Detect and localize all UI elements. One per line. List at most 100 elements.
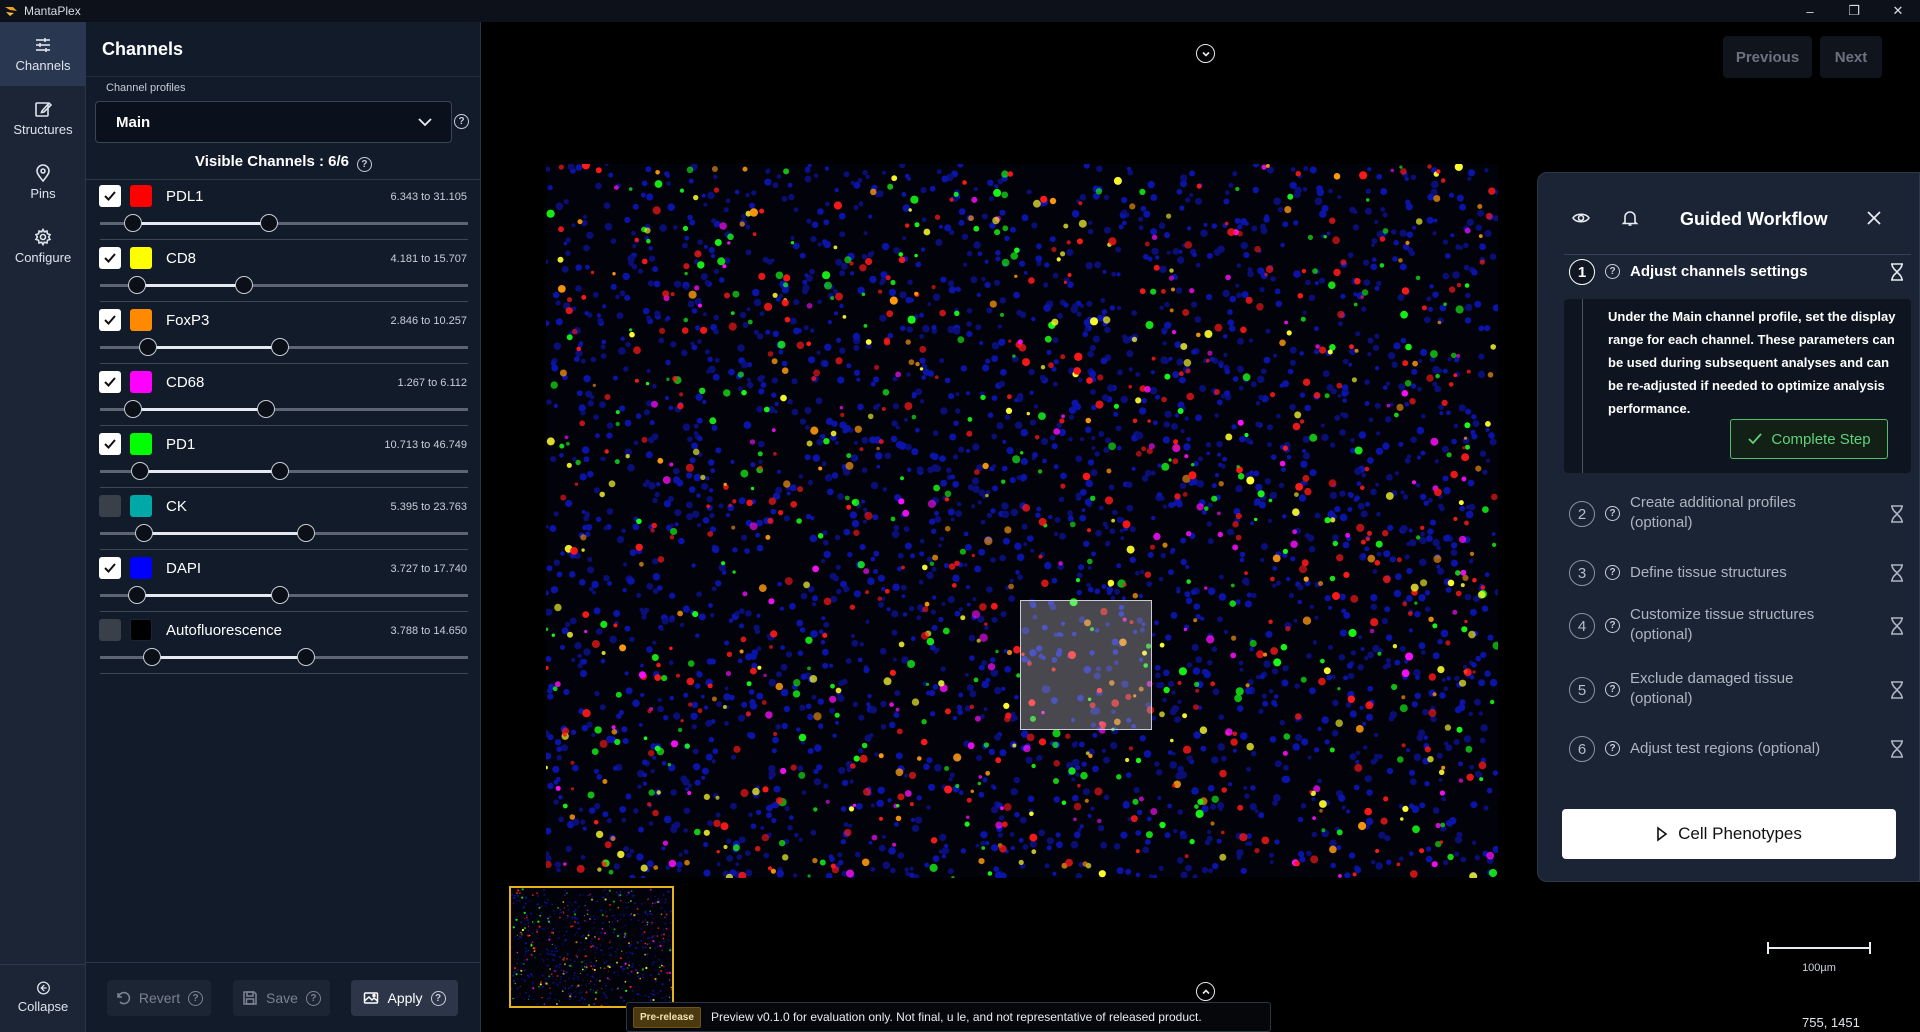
channel-range-slider[interactable] bbox=[100, 586, 468, 604]
previous-button[interactable]: Previous bbox=[1723, 36, 1812, 78]
slider-low-handle[interactable] bbox=[127, 276, 146, 294]
previous-label: Previous bbox=[1735, 48, 1800, 66]
channel-color-swatch[interactable] bbox=[130, 433, 152, 455]
step-help-icon[interactable]: ? bbox=[1605, 506, 1620, 521]
slider-high-handle[interactable] bbox=[271, 462, 290, 480]
channel-checkbox[interactable] bbox=[99, 371, 121, 393]
channel-range-slider[interactable] bbox=[100, 276, 468, 294]
step-help-icon[interactable]: ? bbox=[1605, 682, 1620, 697]
apply-help-icon[interactable]: ? bbox=[430, 990, 446, 1006]
save-button[interactable]: Save ? bbox=[233, 980, 330, 1016]
channel-color-swatch[interactable] bbox=[130, 495, 152, 517]
chevron-up-circle-icon[interactable] bbox=[1196, 982, 1215, 1001]
channel-color-swatch[interactable] bbox=[130, 247, 152, 269]
slider-low-handle[interactable] bbox=[124, 400, 143, 418]
eye-icon[interactable] bbox=[1572, 209, 1590, 227]
close-window-icon[interactable]: ✕ bbox=[1876, 0, 1920, 22]
profile-selected-value: Main bbox=[116, 113, 151, 131]
tissue-image[interactable] bbox=[546, 164, 1498, 878]
region-selection-box[interactable] bbox=[1020, 600, 1152, 730]
slider-low-handle[interactable] bbox=[138, 338, 157, 356]
scale-bar-line bbox=[1767, 942, 1871, 954]
channel-color-swatch[interactable] bbox=[130, 557, 152, 579]
slider-high-handle[interactable] bbox=[297, 524, 316, 542]
channel-range-slider[interactable] bbox=[100, 648, 468, 666]
checkmark-icon bbox=[104, 191, 116, 201]
step-label: Customize tissue structures (optional) bbox=[1630, 606, 1815, 643]
next-button[interactable]: Next bbox=[1820, 36, 1882, 78]
slider-low-handle[interactable] bbox=[124, 214, 143, 232]
slider-high-handle[interactable] bbox=[271, 338, 290, 356]
workflow-step-4[interactable]: 4 ? Customize tissue structures (optiona… bbox=[1564, 605, 1911, 649]
close-icon[interactable] bbox=[1865, 209, 1883, 227]
checkmark-icon bbox=[104, 253, 116, 263]
workflow-step-5[interactable]: 5 ? Exclude damaged tissue (optional) bbox=[1564, 669, 1911, 713]
channel-color-swatch[interactable] bbox=[130, 309, 152, 331]
save-help-icon[interactable]: ? bbox=[305, 990, 321, 1006]
workflow-step-2[interactable]: 2 ? Create additional profiles (optional… bbox=[1564, 493, 1911, 537]
step-help-icon[interactable]: ? bbox=[1605, 565, 1620, 580]
revert-button[interactable]: Revert ? bbox=[107, 980, 211, 1016]
channel-checkbox[interactable] bbox=[99, 247, 121, 269]
workflow-step-6[interactable]: 6 ? Adjust test regions (optional) bbox=[1564, 736, 1911, 766]
rail-item-pins[interactable]: Pins bbox=[0, 150, 86, 214]
step-number: 2 bbox=[1569, 501, 1595, 527]
profiles-label: Channel profiles bbox=[106, 82, 186, 94]
channel-color-swatch[interactable] bbox=[130, 371, 152, 393]
channel-checkbox[interactable] bbox=[99, 433, 121, 455]
step-1-detail: Under the Main channel profile, set the … bbox=[1564, 299, 1911, 473]
slider-high-handle[interactable] bbox=[256, 400, 275, 418]
slider-high-handle[interactable] bbox=[297, 648, 316, 666]
channel-checkbox[interactable] bbox=[99, 619, 121, 641]
channel-color-swatch[interactable] bbox=[130, 619, 152, 641]
cell-phenotypes-button[interactable]: Cell Phenotypes bbox=[1562, 809, 1896, 859]
channel-range-slider[interactable] bbox=[100, 214, 468, 232]
overview-thumbnail[interactable] bbox=[509, 886, 674, 1008]
channel-checkbox[interactable] bbox=[99, 557, 121, 579]
channel-range-slider[interactable] bbox=[100, 400, 468, 418]
slider-high-handle[interactable] bbox=[234, 276, 253, 294]
title-bar: MantaPlex – ❐ ✕ bbox=[0, 0, 1920, 22]
rail-item-channels[interactable]: Channels bbox=[0, 22, 86, 86]
divider bbox=[86, 179, 481, 180]
channel-divider bbox=[100, 425, 468, 426]
slider-low-handle[interactable] bbox=[135, 524, 154, 542]
collapse-label: Collapse bbox=[17, 999, 69, 1014]
restore-icon[interactable]: ❐ bbox=[1832, 0, 1876, 22]
workflow-step-3[interactable]: 3 ? Define tissue structures bbox=[1564, 560, 1911, 590]
apply-button[interactable]: Apply ? bbox=[351, 980, 458, 1016]
workflow-step-1[interactable]: 1 ? Adjust channels settings bbox=[1564, 259, 1911, 295]
prerelease-text: Preview v0.1.0 for evaluation only. Not … bbox=[710, 1010, 1202, 1024]
channel-range-slider[interactable] bbox=[100, 462, 468, 480]
chevron-down-icon bbox=[418, 118, 432, 127]
revert-help-icon[interactable]: ? bbox=[188, 990, 204, 1006]
channel-checkbox[interactable] bbox=[99, 495, 121, 517]
slider-low-handle[interactable] bbox=[142, 648, 161, 666]
visible-channels-text: Visible Channels : 6/6 bbox=[195, 153, 349, 170]
channel-checkbox[interactable] bbox=[99, 309, 121, 331]
rail-item-configure[interactable]: Configure bbox=[0, 214, 86, 278]
complete-step-button[interactable]: Complete Step bbox=[1730, 419, 1888, 459]
slider-high-handle[interactable] bbox=[260, 214, 279, 232]
profile-help-icon[interactable]: ? bbox=[454, 114, 469, 129]
prerelease-tag: Pre-release bbox=[633, 1006, 701, 1028]
channel-range-slider[interactable] bbox=[100, 338, 468, 356]
visible-channels-help-icon[interactable]: ? bbox=[356, 157, 372, 172]
slider-low-handle[interactable] bbox=[131, 462, 150, 480]
minimize-icon[interactable]: – bbox=[1788, 0, 1832, 22]
step-help-icon[interactable]: ? bbox=[1605, 264, 1620, 279]
step-number: 5 bbox=[1569, 677, 1595, 703]
bell-icon[interactable] bbox=[1621, 209, 1639, 227]
slider-fill bbox=[136, 284, 244, 287]
step-help-icon[interactable]: ? bbox=[1605, 741, 1620, 756]
slider-low-handle[interactable] bbox=[127, 586, 146, 604]
channel-range-slider[interactable] bbox=[100, 524, 468, 542]
chevron-down-circle-icon[interactable] bbox=[1196, 44, 1215, 63]
slider-high-handle[interactable] bbox=[271, 586, 290, 604]
rail-item-structures[interactable]: Structures bbox=[0, 86, 86, 150]
channel-checkbox[interactable] bbox=[99, 185, 121, 207]
step-help-icon[interactable]: ? bbox=[1605, 618, 1620, 633]
collapse-button[interactable]: Collapse bbox=[0, 964, 86, 1014]
profile-dropdown[interactable]: Main bbox=[95, 101, 452, 143]
channel-color-swatch[interactable] bbox=[130, 185, 152, 207]
